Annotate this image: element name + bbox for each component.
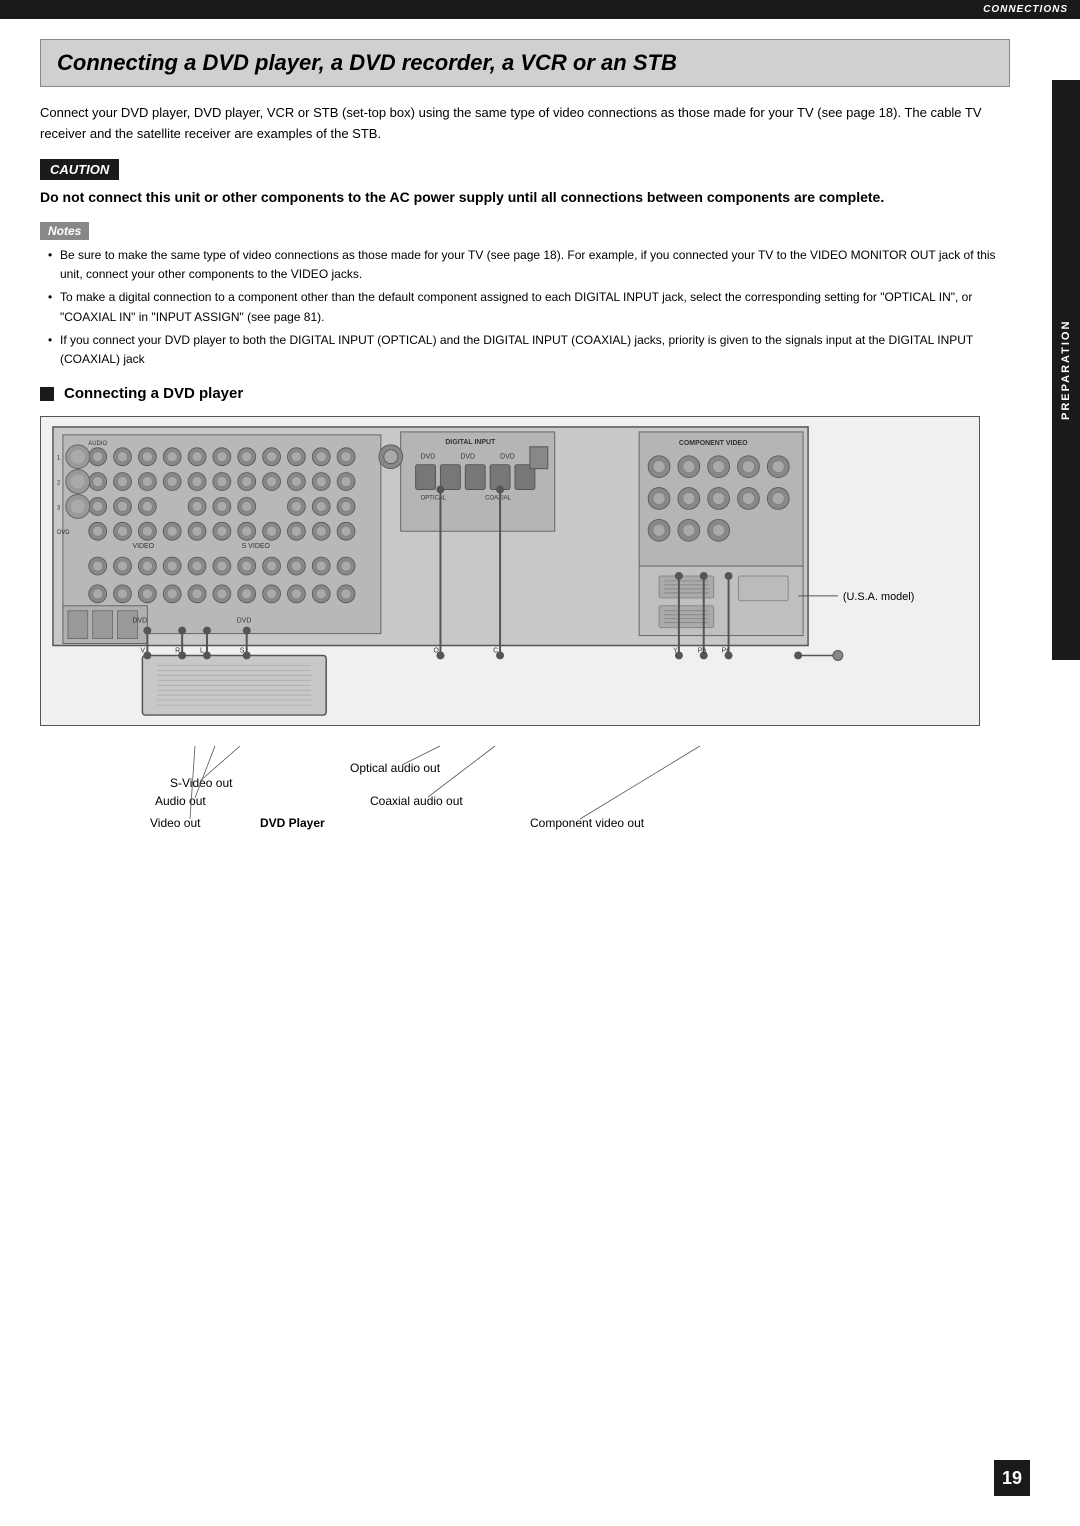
svg-text:DVD: DVD (500, 454, 515, 461)
notes-label: Notes (40, 222, 89, 240)
svg-text:COAXIAL: COAXIAL (485, 496, 511, 502)
section-header: CONNECTIONS (0, 0, 1080, 19)
svg-text:(U.S.A. model): (U.S.A. model) (843, 591, 915, 603)
svg-text:DVD: DVD (460, 454, 475, 461)
svg-text:DVD: DVD (237, 618, 252, 625)
svg-text:COMPONENT VIDEO: COMPONENT VIDEO (679, 440, 748, 447)
svg-text:S VIDEO: S VIDEO (242, 543, 271, 550)
section-label: CONNECTIONS (983, 4, 1068, 15)
svg-text:L: L (200, 648, 204, 655)
svg-text:VIDEO: VIDEO (132, 543, 154, 550)
note-item-1: Be sure to make the same type of video c… (48, 246, 1010, 284)
note-item-3: If you connect your DVD player to both t… (48, 331, 1010, 369)
svg-text:DVD: DVD (57, 530, 70, 536)
svg-text:AUDIO: AUDIO (88, 441, 107, 447)
section-heading: Connecting a DVD player (40, 385, 1010, 402)
svg-text:S: S (240, 648, 245, 655)
svg-text:DVD: DVD (132, 618, 147, 625)
note-item-2: To make a digital connection to a compon… (48, 288, 1010, 326)
preparation-tab: PREPARATION (1052, 80, 1080, 660)
page-number: 19 (994, 1460, 1030, 1496)
svg-text:O: O (433, 648, 439, 655)
svg-text:DIGITAL INPUT: DIGITAL INPUT (445, 439, 496, 446)
intro-paragraph: Connect your DVD player, DVD player, VCR… (40, 103, 1010, 145)
svg-text:Pr: Pr (722, 648, 730, 655)
diagram-container: AUDIO 1 2 3 (40, 416, 980, 726)
tab-label: PREPARATION (1060, 320, 1072, 420)
caution-label: CAUTION (40, 159, 119, 180)
svg-text:OPTICAL: OPTICAL (421, 496, 447, 502)
diagram-svg: AUDIO 1 2 3 (41, 417, 979, 725)
svg-text:V: V (140, 648, 145, 655)
notes-section: Notes Be sure to make the same type of v… (40, 222, 1010, 369)
notes-list: Be sure to make the same type of video c… (40, 246, 1010, 369)
caution-text: Do not connect this unit or other compon… (40, 186, 1010, 208)
svg-text:R: R (175, 648, 180, 655)
diagram-wrapper: AUDIO 1 2 3 (40, 416, 980, 846)
diagram-labels: S-Video out Audio out Video out DVD Play… (40, 726, 980, 846)
svg-text:Pb: Pb (698, 648, 707, 655)
page-title: Connecting a DVD player, a DVD recorder,… (40, 39, 1010, 87)
svg-text:Y: Y (673, 648, 678, 655)
caution-box: CAUTION Do not connect this unit or othe… (40, 159, 1010, 208)
svg-text:DVD: DVD (421, 454, 436, 461)
label-lines-svg (40, 726, 980, 846)
svg-text:C: C (493, 648, 498, 655)
